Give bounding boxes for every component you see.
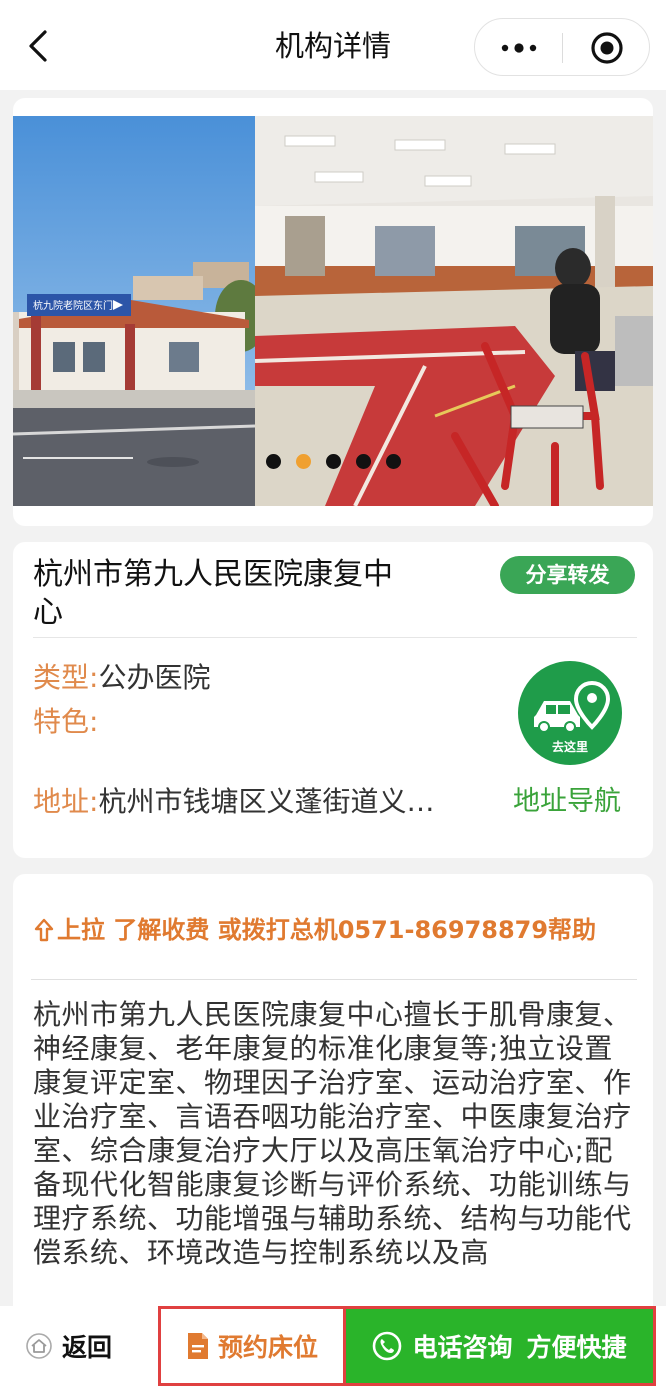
mini-program-capsule (474, 18, 650, 76)
divider (31, 979, 637, 980)
book-bed-label: 预约床位 (217, 1333, 318, 1362)
pull-up-hint[interactable]: 上拉 了解收费 或拨打总机0571-86978879帮助 (33, 912, 643, 948)
pull-up-hint-text: 上拉 了解收费 或拨打总机0571-86978879帮助 (57, 916, 597, 944)
bottom-action-bar: 返回 预约床位 电话咨询 方便快捷 (0, 1306, 666, 1386)
divider (33, 637, 637, 638)
book-bed-button[interactable]: 预约床位 (158, 1306, 346, 1386)
address-label: 地址: (33, 785, 99, 818)
phone-icon (373, 1331, 402, 1361)
address-navigation-link[interactable]: 地址导航 (513, 784, 621, 820)
phone-consult-label: 电话咨询 (412, 1333, 513, 1362)
type-value: 公办医院 (98, 661, 211, 694)
address-value: 杭州市钱塘区义蓬街道义… (98, 785, 435, 818)
share-button[interactable]: 分享转发 (500, 556, 635, 594)
more-button[interactable] (475, 19, 563, 77)
go-here-text: 去这里 (552, 739, 588, 754)
rehab-hall-photo (255, 116, 653, 506)
more-dots-icon (501, 43, 537, 53)
capsule-divider (562, 33, 563, 63)
carousel-dot[interactable] (385, 454, 401, 469)
carousel-dot[interactable] (325, 454, 341, 469)
hospital-gate-photo: 杭九院老院区东门 (13, 116, 255, 506)
feature-row: 特色: (33, 704, 98, 740)
address-row[interactable]: 地址:杭州市钱塘区义蓬街道义… (33, 784, 493, 820)
carousel-dot[interactable] (265, 454, 281, 469)
photo-carousel[interactable]: 杭九院老院区东门 (13, 116, 653, 506)
photo-carousel-card: 杭九院老院区东门 (13, 98, 653, 526)
target-circle-icon (591, 32, 623, 64)
carousel-indicator (13, 454, 653, 470)
carousel-dot[interactable] (355, 454, 371, 469)
car-location-icon: 去这里 (534, 680, 611, 754)
institution-name: 杭州市第九人民医院康复中心 (33, 557, 393, 630)
up-arrow-icon (34, 918, 54, 942)
institution-info-card: 杭州市第九人民医院康复中心 分享转发 类型:公办医院 特色: 去这里 地址:杭州… (13, 542, 653, 858)
phone-consult-sublabel: 方便快捷 (526, 1333, 627, 1362)
home-icon (26, 1333, 52, 1359)
home-back-button[interactable]: 返回 (26, 1324, 112, 1368)
home-back-label: 返回 (62, 1333, 113, 1362)
description-text: 杭州市第九人民医院康复中心擅长于肌骨康复、神经康复、老年康复的标准化康复等;独立… (33, 998, 632, 1269)
feature-label: 特色: (33, 705, 99, 738)
type-row: 类型:公办医院 (33, 660, 210, 696)
type-label: 类型: (33, 661, 99, 694)
go-here-button[interactable]: 去这里 (518, 661, 622, 765)
phone-consult-button[interactable]: 电话咨询 方便快捷 (346, 1306, 656, 1386)
document-icon (187, 1333, 208, 1359)
navbar: 机构详情 (0, 0, 666, 90)
carousel-dot-active[interactable] (295, 454, 311, 469)
close-miniprogram-button[interactable] (564, 19, 650, 77)
gate-sign-text: 杭九院老院区东门 (33, 299, 113, 312)
